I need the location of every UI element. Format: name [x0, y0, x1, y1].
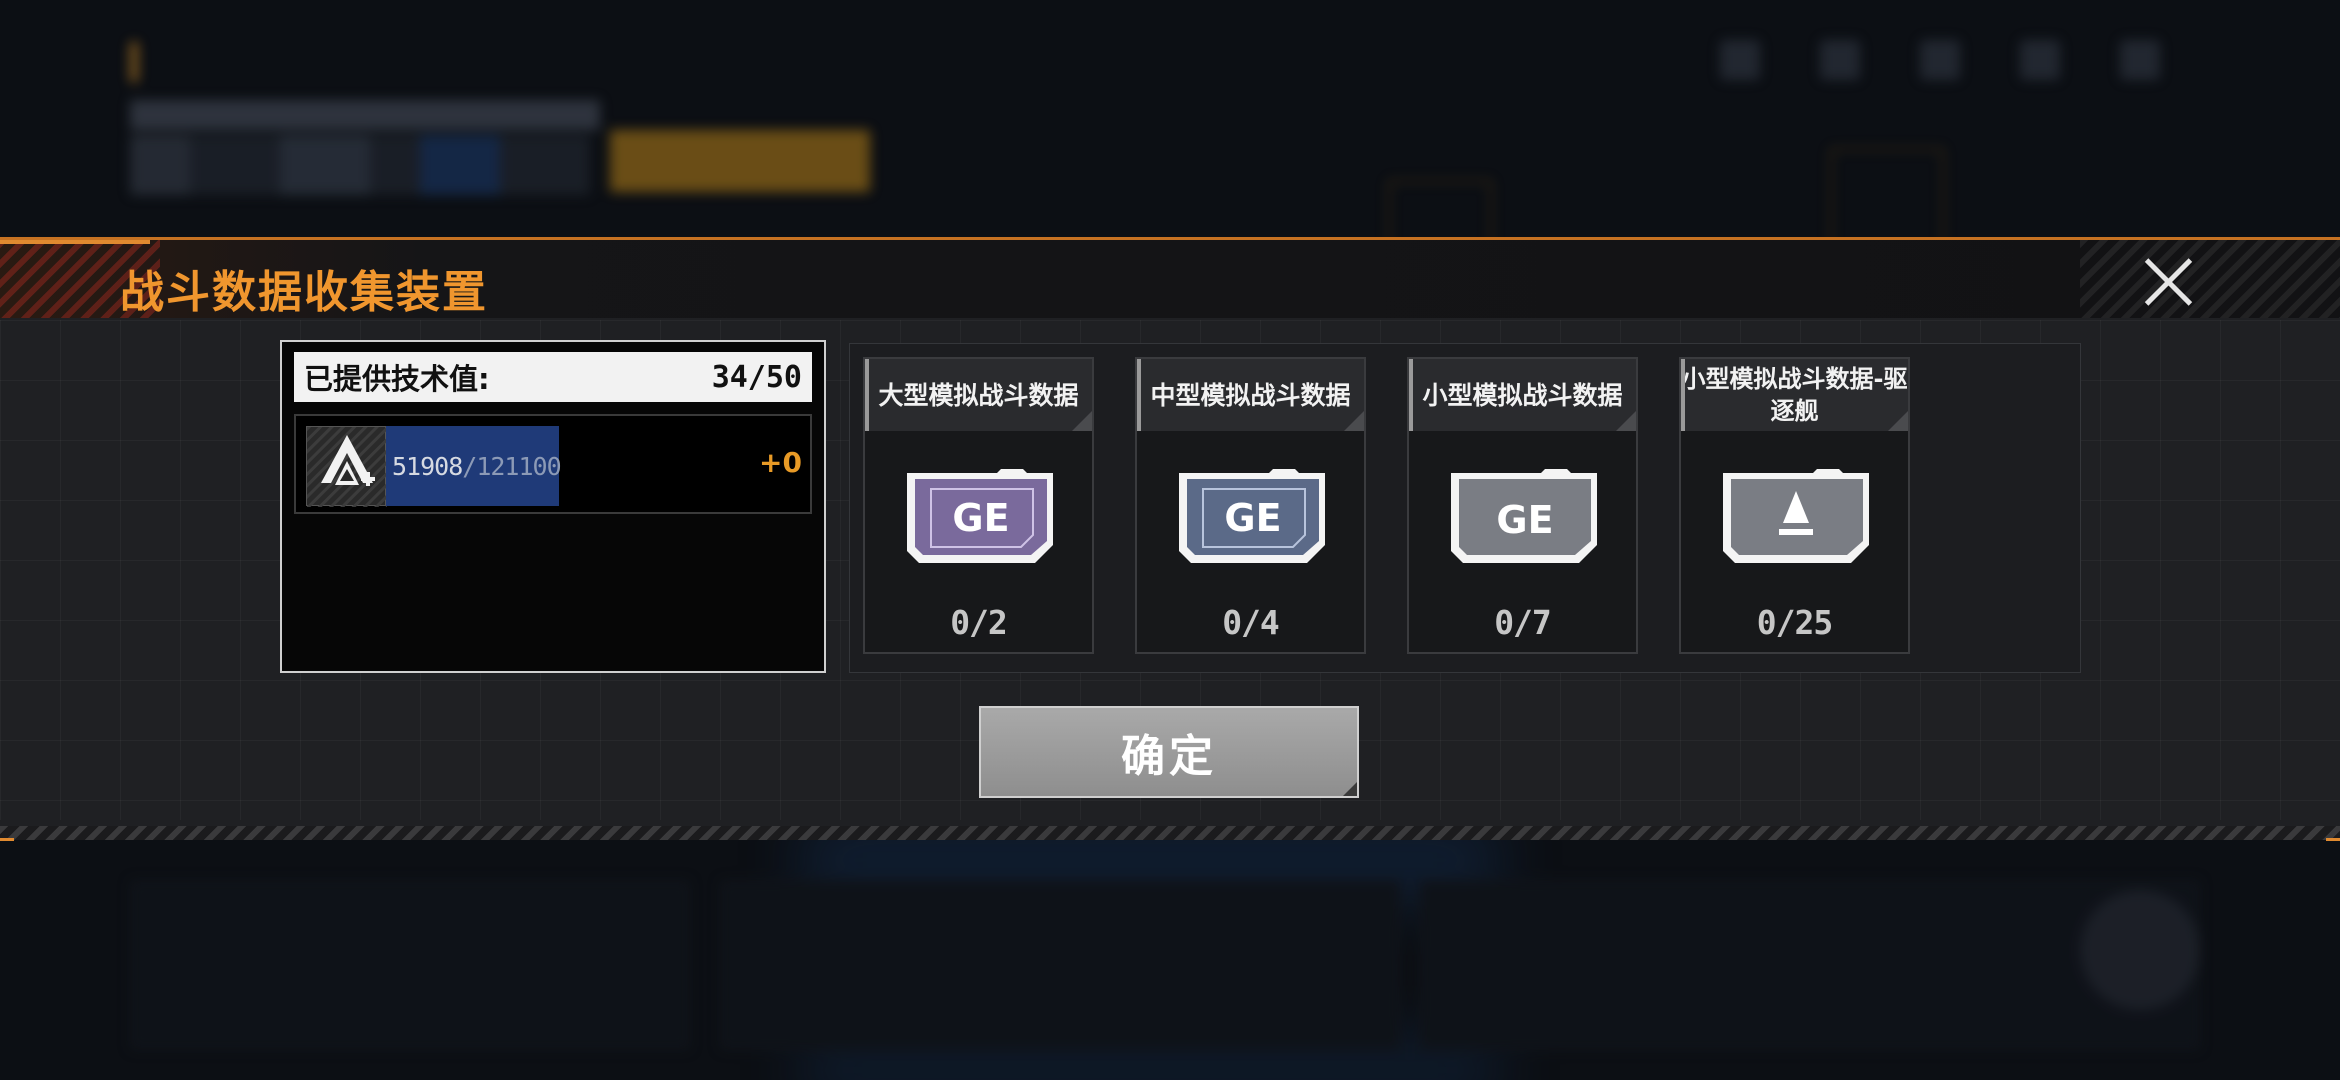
- progress-current: 51908: [392, 451, 463, 481]
- dialog-title: 战斗数据收集装置: [120, 267, 488, 318]
- progress-max: /121100: [462, 451, 561, 481]
- slot-small-battle-data[interactable]: 小型模拟战斗数据 GE 0/7: [1407, 357, 1638, 654]
- svg-text:GE: GE: [1496, 498, 1553, 542]
- tech-value-panel: 已提供技术值: 34/50 51908 /121100 +0: [280, 340, 826, 673]
- slot-name: 小型模拟战斗数据-驱逐舰: [1681, 365, 1908, 425]
- slot-medium-battle-data[interactable]: 中型模拟战斗数据 GE 0/4: [1135, 357, 1366, 654]
- slot-large-battle-data[interactable]: 大型模拟战斗数据 GE 0/2: [863, 357, 1094, 654]
- slot-count: 0/4: [1222, 603, 1280, 642]
- slot-count: 0/25: [1756, 603, 1833, 642]
- slot-name: 大型模拟战斗数据: [878, 380, 1079, 410]
- tech-value-header: 已提供技术值: 34/50: [294, 352, 812, 402]
- confirm-button[interactable]: 确定: [979, 706, 1359, 798]
- tech-upgrade-icon: [306, 426, 387, 507]
- close-icon[interactable]: [2142, 255, 2196, 309]
- slot-name: 小型模拟战斗数据: [1422, 380, 1623, 410]
- svg-text:GE: GE: [1224, 496, 1281, 540]
- ge-card-large-icon: GE: [901, 467, 1059, 565]
- slot-count: 0/7: [1494, 603, 1552, 642]
- tech-value-count: 34/50: [711, 359, 802, 395]
- dialog-header: 战斗数据收集装置: [0, 240, 2340, 318]
- ge-card-small-icon: GE: [1445, 467, 1603, 565]
- tech-progress-row: 51908/121100 +0: [294, 414, 812, 514]
- tech-value-label: 已提供技术值:: [304, 362, 490, 396]
- tech-progress-bar: 51908/121100: [386, 426, 562, 506]
- slot-small-battle-data-destroyer[interactable]: 小型模拟战斗数据-驱逐舰 0/25: [1679, 357, 1910, 654]
- slot-count: 0/2: [950, 603, 1008, 642]
- ge-card-medium-icon: GE: [1173, 467, 1331, 565]
- slot-name: 中型模拟战斗数据: [1150, 380, 1351, 410]
- svg-text:GE: GE: [952, 496, 1009, 540]
- tech-bonus: +0: [759, 446, 802, 479]
- confirm-label: 确定: [1121, 731, 1217, 782]
- game-screen: 战斗数据收集装置 已提供技术值: 34/50 51908 /121100 +0 …: [0, 0, 2340, 1080]
- destroyer-card-icon: [1717, 467, 1875, 565]
